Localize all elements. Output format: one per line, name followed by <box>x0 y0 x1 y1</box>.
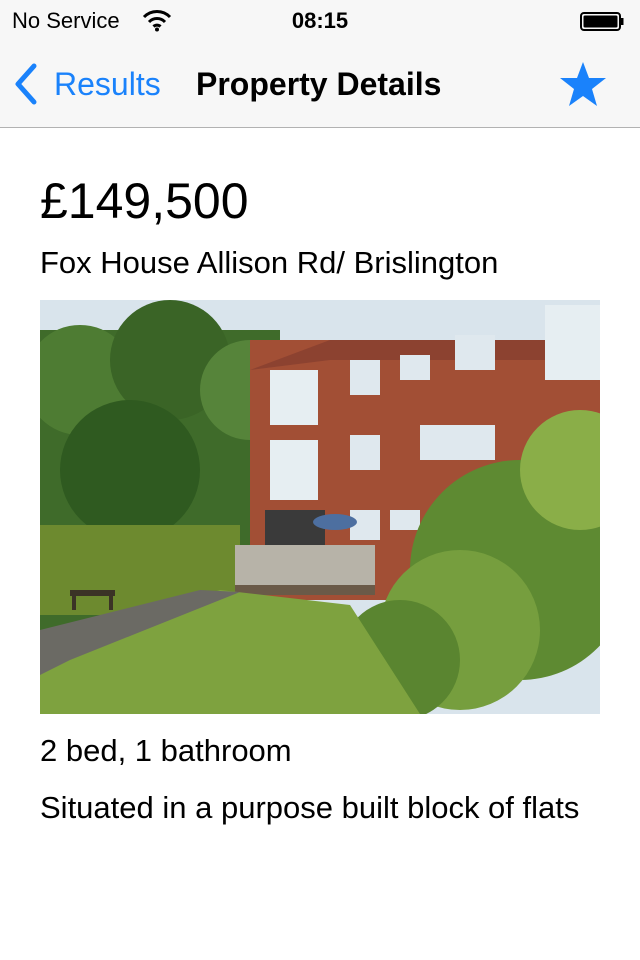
chevron-left-icon <box>15 63 37 105</box>
battery-icon <box>580 11 624 31</box>
property-description: Situated in a purpose built block of fla… <box>40 790 580 825</box>
property-price: £149,500 <box>40 173 249 229</box>
favorite-button[interactable] <box>558 60 608 108</box>
page-title: Property Details <box>196 66 442 102</box>
navigation-bar: Results Property Details <box>0 40 640 128</box>
status-bar: No Service 08:15 <box>0 0 640 40</box>
property-photo <box>40 300 600 714</box>
back-button-label: Results <box>54 65 161 102</box>
back-button[interactable]: Results <box>12 60 161 108</box>
clock: 08:15 <box>291 8 349 33</box>
property-address: Fox House Allison Rd/ Brislington <box>40 245 499 280</box>
star-icon <box>560 62 606 106</box>
property-rooms: 2 bed, 1 bathroom <box>40 733 292 768</box>
